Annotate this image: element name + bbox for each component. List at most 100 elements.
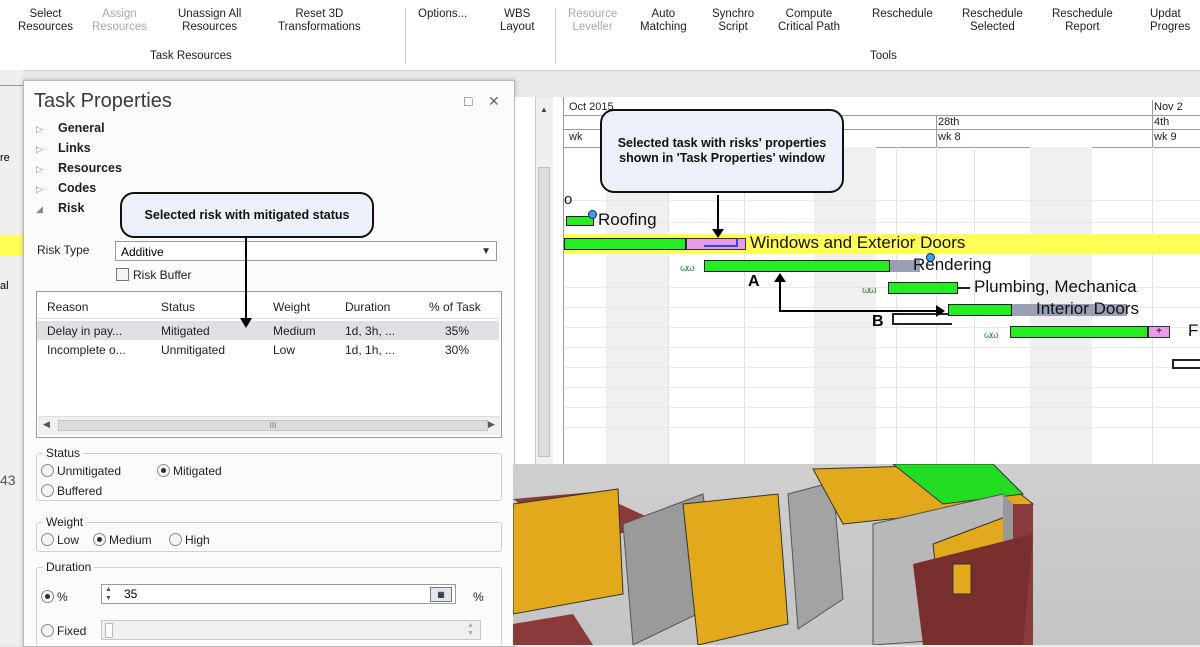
task-label-f[interactable]: F — [1188, 321, 1198, 341]
table-row[interactable]: Delay in pay... Mitigated Medium 1d, 3h,… — [37, 321, 499, 340]
annotation-arrowhead — [240, 318, 252, 328]
panel-title: Task Properties — [34, 90, 172, 112]
annotation-arrow-line — [717, 195, 719, 233]
cell-reason: Incomplete o... — [47, 343, 126, 357]
button-label: Compute — [785, 8, 833, 20]
calculator-icon[interactable]: ▦ — [430, 587, 452, 602]
options-button[interactable]: Options... — [418, 8, 467, 21]
gantt-vertical-scrollbar[interactable]: ▲ — [535, 97, 553, 464]
3d-model-view[interactable] — [513, 464, 1200, 645]
unassign-all-resources-button[interactable]: Unassign All Resources — [178, 8, 241, 34]
synchro-script-button[interactable]: Synchro Script — [712, 8, 754, 34]
restore-icon[interactable]: □ — [464, 93, 472, 109]
column-header-percent[interactable]: % of Task — [429, 300, 481, 314]
duration-fixed-radio[interactable]: Fixed — [41, 624, 86, 638]
weight-high-radio[interactable]: High — [169, 533, 210, 547]
grid-row-line — [564, 387, 1200, 388]
reschedule-report-button[interactable]: Reschedule Report — [1052, 8, 1113, 34]
wbs-layout-button[interactable]: WBS Layout — [500, 8, 535, 34]
cell-duration: 1d, 3h, ... — [345, 324, 396, 338]
background-text: al — [0, 280, 9, 292]
spin-icon[interactable]: ▲ ▼ — [105, 585, 112, 603]
button-label: Resources — [18, 21, 73, 33]
task-label-windows[interactable]: Windows and Exterior Doors — [750, 233, 965, 253]
auto-matching-button[interactable]: Auto Matching — [640, 8, 687, 34]
task-label-roofing[interactable]: Roofing — [598, 210, 657, 230]
weight-group: Weight Low Medium High — [36, 515, 502, 552]
reschedule-button[interactable]: Reschedule — [872, 8, 933, 21]
risk-type-dropdown[interactable]: Additive ▼ — [115, 241, 497, 261]
expand-icon: ▷ — [36, 144, 43, 154]
collapse-icon: ◢ — [36, 204, 43, 214]
task-bar-f[interactable] — [1010, 326, 1148, 338]
scroll-right-icon[interactable]: ▶ — [488, 419, 495, 430]
scroll-left-icon[interactable]: ◀ — [43, 419, 50, 430]
duration-percent-input[interactable]: ▲ ▼ 35 ▦ — [101, 584, 456, 604]
status-group: Status Unmitigated Mitigated Buffered — [36, 446, 502, 501]
status-buffered-radio[interactable]: Buffered — [41, 484, 102, 498]
3d-building-model — [513, 464, 1035, 645]
risk-plus-icon[interactable]: + — [1148, 326, 1170, 338]
column-header-status[interactable]: Status — [161, 300, 195, 314]
grid-line — [744, 147, 745, 464]
section-risk[interactable]: ◢ Risk — [36, 201, 84, 215]
button-label: Resource — [568, 8, 618, 20]
section-links[interactable]: ▷ Links — [36, 141, 91, 155]
duration-percent-radio[interactable]: % — [41, 590, 68, 604]
scroll-up-icon[interactable]: ▲ — [540, 105, 548, 114]
risk-buffer-checkbox[interactable]: Risk Buffer — [116, 268, 191, 282]
task-label-interior-doors[interactable]: Interior Doors — [1036, 299, 1139, 319]
percent-unit: % — [473, 590, 484, 604]
wave-icon: ωω — [984, 330, 999, 341]
section-general[interactable]: ▷ General — [36, 121, 105, 135]
button-label: Auto — [651, 8, 676, 20]
section-label: Resources — [58, 161, 122, 175]
reschedule-selected-button[interactable]: Reschedule Selected — [962, 8, 1023, 34]
select-resources-button[interactable]: Select Resources — [18, 8, 73, 34]
column-header-reason[interactable]: Reason — [47, 300, 88, 314]
task-properties-panel: Task Properties □ ✕ ▷ General ▷ Links ▷ Res… — [23, 80, 515, 647]
resource-leveller-button[interactable]: Resource Leveller — [568, 8, 617, 34]
task-bar-plumbing[interactable] — [888, 282, 958, 294]
task-label-plumbing[interactable]: Plumbing, Mechanica — [974, 277, 1137, 297]
section-codes[interactable]: ▷ Codes — [36, 181, 96, 195]
table-row[interactable]: Incomplete o... Unmitigated Low 1d, 1h, … — [37, 340, 499, 359]
reset-3d-transformations-button[interactable]: Reset 3D Transformations — [278, 8, 361, 34]
assign-resources-button[interactable]: Assign Resources — [92, 8, 147, 34]
spin-icon[interactable]: ▲ ▼ — [467, 622, 474, 638]
update-progress-button[interactable]: Updat Progres — [1150, 8, 1190, 34]
column-header-weight[interactable]: Weight — [273, 300, 310, 314]
horizontal-scrollbar[interactable]: ◀ III ▶ — [38, 416, 500, 435]
door-panel-shape — [513, 488, 624, 615]
annotation-arrow-line — [245, 236, 247, 321]
status-mitigated-radio[interactable]: Mitigated — [157, 464, 222, 478]
duration-fixed-input[interactable]: ▲ ▼ — [101, 620, 481, 640]
duration-group-title: Duration — [43, 560, 95, 574]
button-label: Assign — [102, 8, 137, 20]
scrollbar-thumb[interactable]: III — [58, 420, 488, 431]
group-label-task-resources: Task Resources — [150, 50, 232, 62]
task-bar-rendering[interactable] — [704, 260, 890, 272]
cell-percent: 30% — [445, 343, 470, 357]
task-label-rendering[interactable]: Rendering — [913, 255, 991, 275]
section-resources[interactable]: ▷ Resources — [36, 161, 122, 175]
weekend-column — [606, 147, 668, 464]
cell-weight: Medium — [273, 324, 316, 338]
status-unmitigated-radio[interactable]: Unmitigated — [41, 464, 121, 478]
close-icon[interactable]: ✕ — [488, 93, 500, 110]
radio-label: Low — [57, 533, 80, 547]
radio-circle — [41, 533, 54, 546]
compute-critical-path-button[interactable]: Compute Critical Path — [778, 8, 840, 34]
cell-status: Unmitigated — [161, 343, 226, 357]
column-header-duration[interactable]: Duration — [345, 300, 390, 314]
weight-low-radio[interactable]: Low — [41, 533, 79, 547]
scrollbar-thumb[interactable] — [538, 167, 550, 457]
task-bar-interior-doors[interactable] — [948, 304, 1012, 316]
radio-label: Buffered — [57, 484, 103, 498]
annotation-arrow-line — [779, 281, 781, 311]
grid-row-line — [564, 427, 1200, 428]
weight-medium-radio[interactable]: Medium — [93, 533, 152, 547]
task-bar-windows[interactable] — [564, 238, 686, 250]
button-label: Matching — [640, 21, 687, 33]
button-label: Select — [29, 8, 62, 20]
